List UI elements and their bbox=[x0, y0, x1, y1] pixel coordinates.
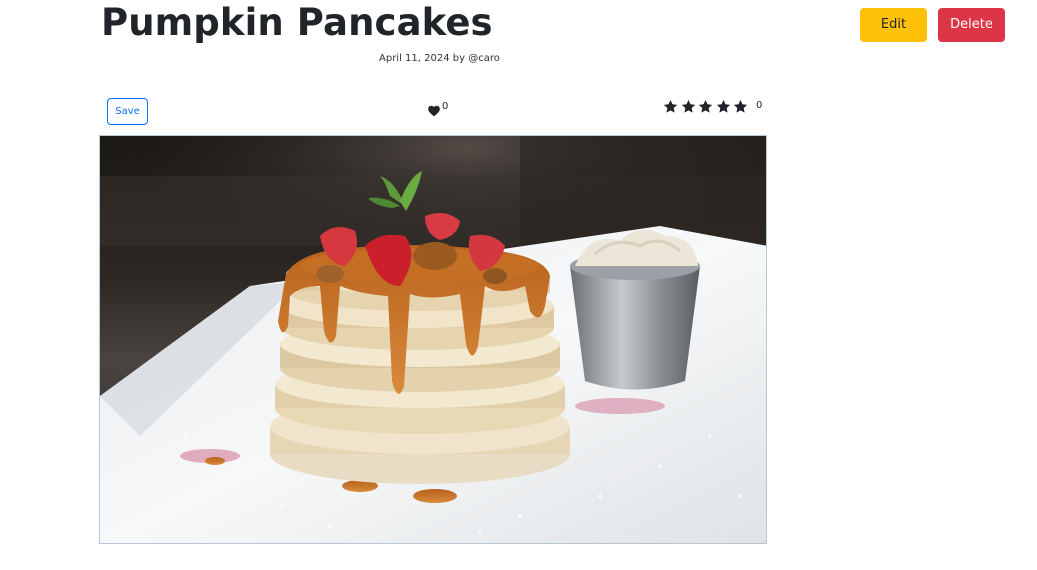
pancake-photo bbox=[100, 136, 766, 543]
save-button[interactable]: Save bbox=[107, 98, 148, 125]
heart-icon[interactable] bbox=[427, 104, 441, 118]
recipe-page: Pumpkin Pancakes April 11, 2024 by @caro… bbox=[0, 0, 1037, 570]
rating-group: 0 bbox=[663, 98, 762, 114]
star-icon[interactable] bbox=[663, 99, 678, 114]
recipe-date: April 11, 2024 bbox=[379, 53, 450, 64]
edit-button[interactable]: Edit bbox=[860, 8, 927, 42]
recipe-title: Pumpkin Pancakes bbox=[101, 1, 493, 44]
likes-group: 0 bbox=[427, 101, 448, 119]
star-icon[interactable] bbox=[698, 99, 713, 114]
recipe-image bbox=[99, 135, 767, 544]
star-icon[interactable] bbox=[733, 99, 748, 114]
star-icon[interactable] bbox=[681, 99, 696, 114]
recipe-by-label: by bbox=[452, 53, 466, 64]
star-icon[interactable] bbox=[716, 99, 731, 114]
recipe-author: @caro bbox=[468, 53, 500, 64]
rating-count: 0 bbox=[755, 100, 763, 111]
delete-button[interactable]: Delete bbox=[938, 8, 1005, 42]
recipe-meta: April 11, 2024 by @caro bbox=[379, 52, 500, 65]
likes-count: 0 bbox=[442, 101, 449, 112]
